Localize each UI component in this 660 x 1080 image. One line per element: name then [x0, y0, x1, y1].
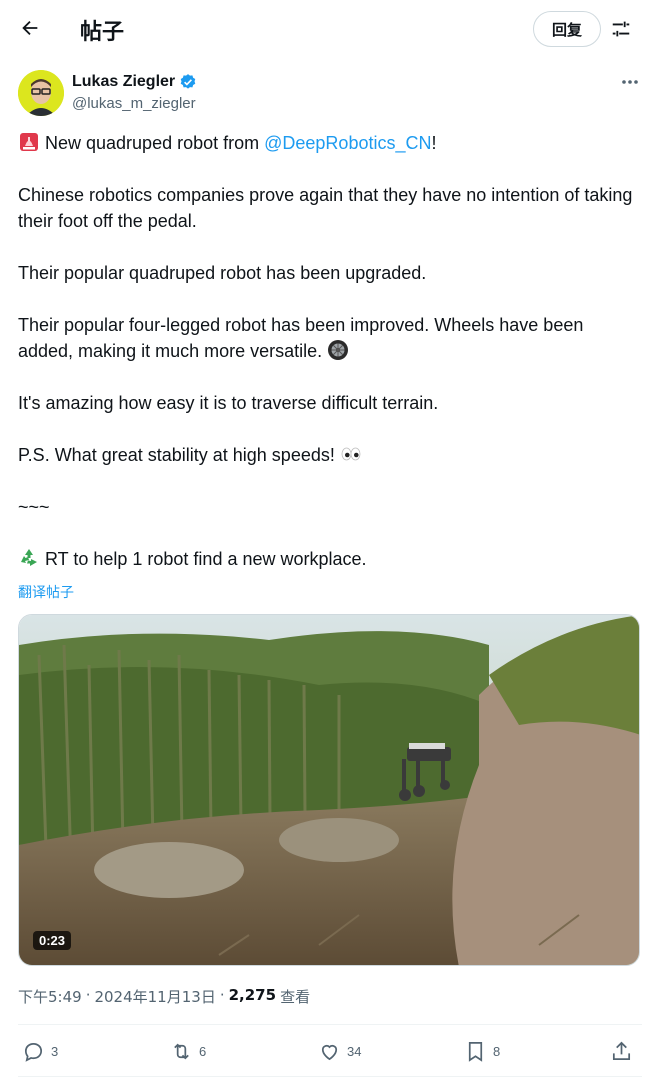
repost-icon: [174, 1043, 189, 1059]
repost-count: 6: [199, 1043, 207, 1059]
share-action[interactable]: [610, 1032, 633, 1070]
heart-icon: [321, 1044, 338, 1060]
author-handle[interactable]: @lukas_m_ziegler: [72, 95, 196, 112]
tweet-meta: 下午5:49 · 2024年11月13日 · 2,275 查看: [18, 986, 311, 1007]
tweet-body: New quadruped robot from @DeepRobotics_C…: [18, 130, 642, 572]
reply-action[interactable]: 3: [22, 1032, 58, 1070]
reply-button[interactable]: 回复: [533, 11, 601, 47]
post-time[interactable]: 下午5:49: [18, 986, 82, 1007]
page-title: 帖子: [80, 20, 125, 45]
verified-badge-icon: [180, 74, 196, 89]
views-count: 2,275: [228, 986, 277, 1004]
tweet-paragraph: It's amazing how easy it is to traverse …: [18, 393, 439, 413]
recycle-emoji: [21, 549, 37, 566]
translate-post-link[interactable]: 翻译帖子: [18, 582, 74, 602]
video-thumbnail: [19, 615, 639, 965]
tweet-paragraph: Chinese robotics companies prove again t…: [18, 185, 633, 231]
more-dots-icon: [622, 80, 638, 84]
views-label: 查看: [280, 988, 311, 1006]
more-options-button[interactable]: [618, 72, 642, 92]
divider: [18, 1024, 642, 1025]
bookmark-icon: [468, 1041, 483, 1062]
wheel-emoji: [328, 340, 349, 360]
repost-action[interactable]: 6: [170, 1032, 206, 1070]
post-date[interactable]: 2024年11月13日: [94, 986, 215, 1007]
top-bar: 帖子 回复: [0, 0, 660, 58]
like-action[interactable]: 34: [318, 1032, 361, 1070]
reply-count: 3: [51, 1043, 59, 1059]
video-player[interactable]: 0:23: [18, 614, 640, 966]
tweet-paragraph: Their popular quadruped robot has been u…: [18, 263, 427, 283]
avatar[interactable]: [18, 70, 64, 116]
tweet-paragraph: Their popular four-legged robot has been…: [18, 315, 584, 361]
tweet-author: Lukas Ziegler @lukas_m_ziegler: [18, 70, 642, 116]
back-button[interactable]: [12, 10, 48, 46]
like-count: 34: [347, 1043, 362, 1059]
tweet-paragraph: ~~~: [18, 497, 50, 517]
author-name[interactable]: Lukas Ziegler: [72, 73, 197, 91]
bookmark-count: 8: [493, 1043, 501, 1059]
reply-icon: [24, 1042, 43, 1062]
share-icon: [612, 1041, 631, 1060]
arrow-left-icon: [22, 20, 38, 36]
siren-emoji: [20, 133, 38, 151]
bookmark-action[interactable]: 8: [464, 1032, 500, 1070]
mention-link[interactable]: @DeepRobotics_CN: [264, 133, 431, 153]
tweet-paragraph: P.S. What great stability at high speeds…: [18, 445, 340, 465]
settings-button[interactable]: [604, 12, 638, 46]
divider: [18, 1076, 642, 1077]
eyes-emoji: [341, 447, 361, 461]
video-duration: 0:23: [33, 931, 72, 950]
sliders-icon: [612, 21, 630, 37]
action-bar: 3 6 34 8: [18, 1032, 642, 1070]
